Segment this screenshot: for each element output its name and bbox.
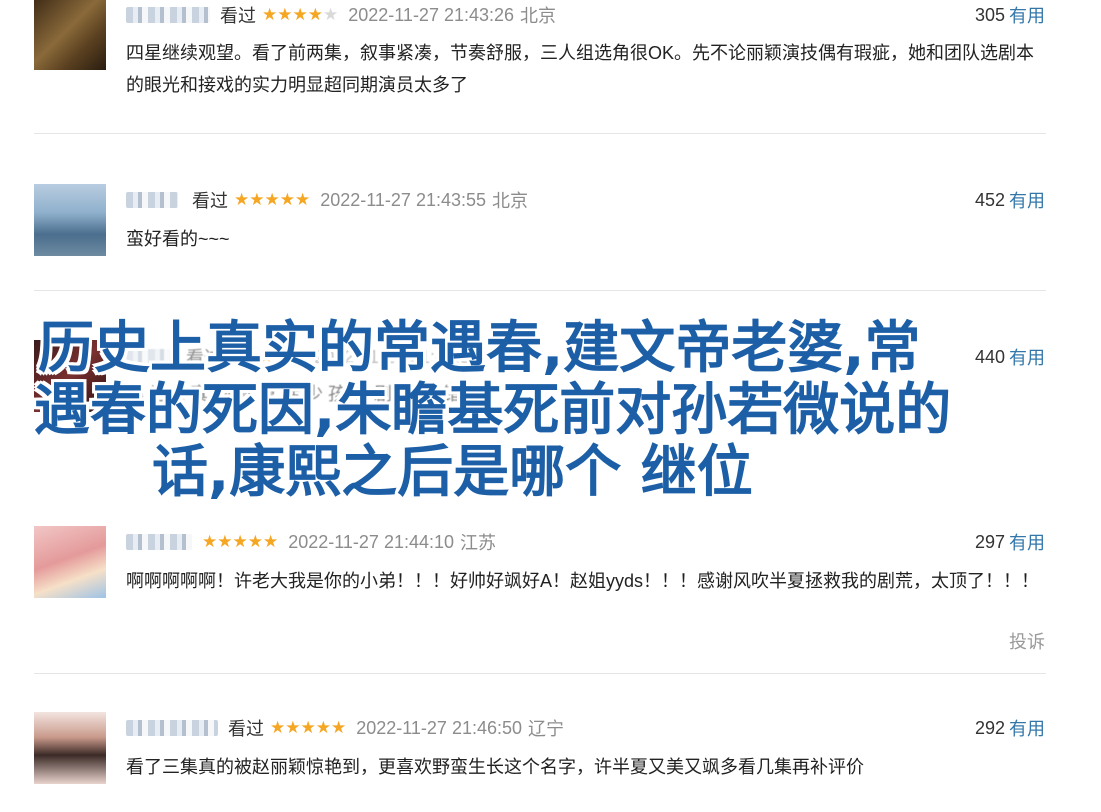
watched-label: 看过 xyxy=(192,191,228,211)
watched-label: 看过 xyxy=(220,6,256,26)
review-time: 2022-11-27 21:46:50 xyxy=(356,717,523,738)
review-meta: 看过 ★★★★★ 2022-11-27 21:43:26 北京 xyxy=(126,3,556,27)
headline-line-2: 遇春的死因,朱瞻基死前对孙若微说的 xyxy=(34,378,952,443)
report-link[interactable]: 投诉 xyxy=(1009,628,1045,654)
review-text: 啊啊啊啊啊！许老大我是你的小弟！！！好帅好飒好A！赵姐yyds！！！感谢风吹半夏… xyxy=(126,571,1040,591)
vote-area: 452 有用 xyxy=(975,188,1045,212)
rating-stars: ★★★★★ xyxy=(202,532,279,551)
review-text: 看了三集真的被赵丽颖惊艳到，更喜欢野蛮生长这个名字，许半夏又美又飒多看几集再补评… xyxy=(126,757,864,777)
avatar[interactable] xyxy=(34,0,106,70)
review-text: 四星继续观望。看了前两集，叙事紧凑，节奏舒服，三人组选角很OK。先不论丽颖演技偶… xyxy=(126,43,1035,95)
username[interactable] xyxy=(126,534,192,550)
useful-link[interactable]: 有用 xyxy=(1009,187,1045,213)
vote-count: 297 xyxy=(974,531,1005,552)
username[interactable] xyxy=(126,192,178,208)
review-location: 辽宁 xyxy=(528,719,565,739)
review-time: 2022-11-27 21:43:26 xyxy=(348,4,515,25)
review-text: 蛮好看的~~~ xyxy=(126,229,230,249)
vote-area: 305 有用 xyxy=(975,3,1045,27)
avatar[interactable] xyxy=(34,712,106,784)
headline-line-1: 历史上真实的常遇春,建文帝老婆,常 xyxy=(38,316,921,381)
review-meta: ★★★★★ 2022-11-27 21:44:10 江苏 xyxy=(126,530,496,554)
vote-area: 297 有用 xyxy=(975,530,1045,554)
vote-count: 452 xyxy=(974,189,1005,210)
useful-link[interactable]: 有用 xyxy=(1009,2,1045,28)
divider xyxy=(34,133,1046,134)
vote-area: 292 有用 xyxy=(975,716,1045,740)
watched-label: 看过 xyxy=(228,719,264,739)
useful-link[interactable]: 有用 xyxy=(1009,715,1045,741)
review-location: 北京 xyxy=(492,191,529,211)
review-meta: 看过 ★★★★★ 2022-11-27 21:43:55 北京 xyxy=(126,188,528,212)
vote-count: 305 xyxy=(974,4,1005,25)
vote-count: 292 xyxy=(974,717,1005,738)
headline-line-3: 话,康熙之后是哪个 继位 xyxy=(152,440,753,505)
avatar[interactable] xyxy=(34,526,106,598)
divider xyxy=(34,673,1046,674)
overlay-headline: 历史上真实的常遇春,建文帝老婆,常 遇春的死因,朱瞻基死前对孙若微说的 话,康熙… xyxy=(0,318,1101,504)
username[interactable] xyxy=(126,7,210,23)
review-location: 北京 xyxy=(520,6,557,26)
review-time: 2022-11-27 21:43:55 xyxy=(320,189,487,210)
review-meta: 看过 ★★★★★ 2022-11-27 21:46:50 辽宁 xyxy=(126,716,564,740)
avatar[interactable] xyxy=(34,184,106,256)
rating-stars: ★★★★★ xyxy=(234,190,311,209)
username[interactable] xyxy=(126,720,218,736)
rating-stars: ★★★★★ xyxy=(270,718,347,737)
review-location: 江苏 xyxy=(460,533,497,553)
divider xyxy=(34,290,1046,291)
rating-stars: ★★★★★ xyxy=(262,5,339,24)
useful-link[interactable]: 有用 xyxy=(1009,529,1045,555)
review-time: 2022-11-27 21:44:10 xyxy=(288,531,455,552)
